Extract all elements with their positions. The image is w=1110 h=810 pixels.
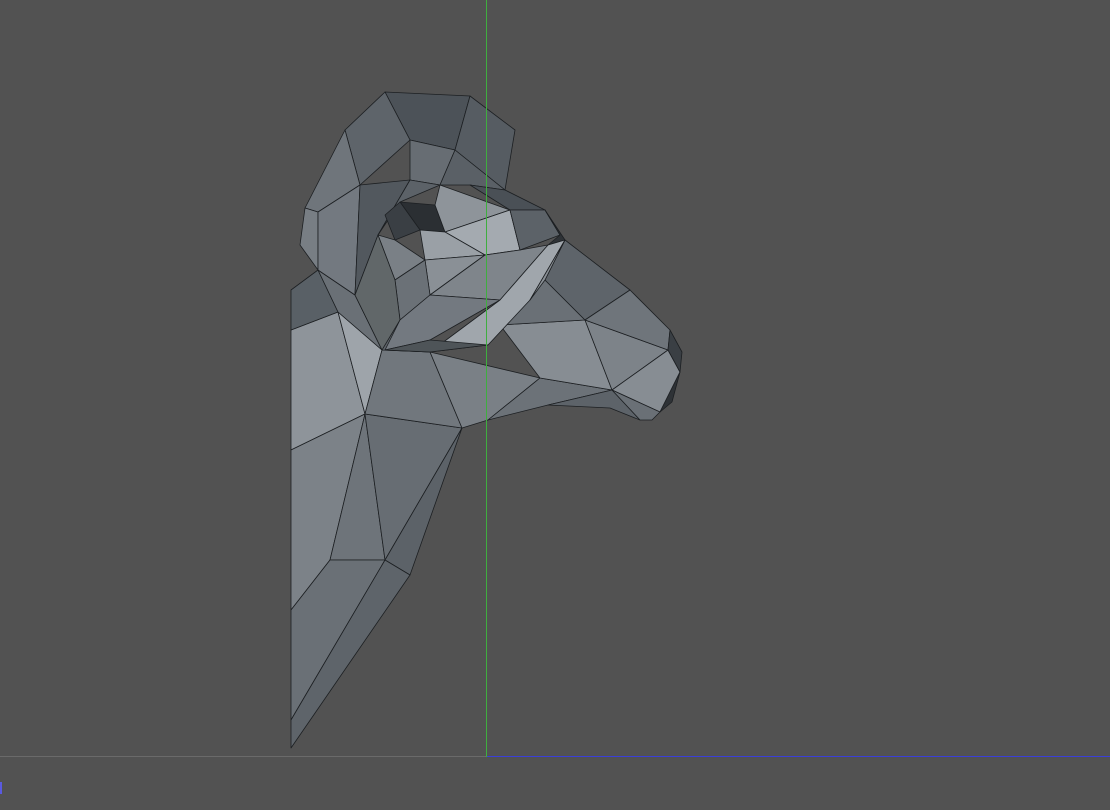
low-poly-ram-head-model[interactable] [0, 0, 1110, 810]
3d-viewport[interactable] [0, 0, 1110, 810]
mesh-face [299, 207, 319, 271]
y-axis-line [486, 0, 487, 757]
axis-gizmo-icon [0, 782, 5, 794]
